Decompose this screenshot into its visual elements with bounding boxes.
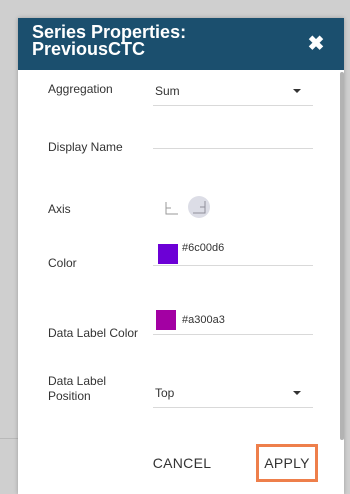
data-label-color-hex-value[interactable]: #a300a3: [182, 314, 225, 326]
chevron-down-icon: [293, 391, 301, 395]
data-label-position-label: Data Label Position: [48, 374, 106, 404]
data-label-color-underline: [153, 334, 313, 335]
right-axis-button[interactable]: [188, 196, 210, 218]
data-label-position-value: Top: [155, 386, 175, 400]
dialog-title: Series Properties: PreviousCTC: [32, 23, 282, 59]
color-underline: [153, 265, 313, 266]
color-hex-value[interactable]: #6c00d6: [182, 242, 224, 254]
data-label-color-label: Data Label Color: [48, 326, 139, 340]
display-name-input[interactable]: [153, 128, 313, 150]
series-properties-dialog: Series Properties: PreviousCTC ✖ Aggrega…: [18, 18, 344, 494]
apply-button[interactable]: APPLY: [256, 455, 318, 471]
data-label-position-select[interactable]: Top: [153, 380, 313, 408]
aggregation-value: Sum: [155, 84, 180, 98]
data-label-position-label-line1: Data Label: [48, 374, 107, 388]
aggregation-label: Aggregation: [48, 82, 113, 96]
left-axis-button[interactable]: [162, 198, 182, 218]
right-axis-icon: [193, 201, 206, 214]
color-label: Color: [48, 256, 77, 270]
data-label-position-underline: [153, 407, 313, 408]
data-label-color-swatch[interactable]: [156, 310, 176, 330]
data-label-position-label-line2: Position: [48, 389, 91, 403]
close-icon[interactable]: ✖: [306, 34, 326, 54]
backdrop-divider: [0, 438, 18, 439]
dialog-header: Series Properties: PreviousCTC ✖: [18, 18, 344, 70]
dialog-title-line2: PreviousCTC: [32, 39, 146, 59]
aggregation-select[interactable]: Sum: [153, 78, 313, 106]
display-name-underline: [153, 148, 313, 149]
cancel-button[interactable]: CANCEL: [142, 455, 222, 471]
chevron-down-icon: [293, 89, 301, 93]
axis-label: Axis: [48, 202, 71, 216]
display-name-label: Display Name: [48, 140, 123, 154]
left-axis-icon: [165, 202, 178, 215]
aggregation-underline: [153, 105, 313, 106]
scrollbar[interactable]: [340, 72, 344, 440]
color-swatch[interactable]: [158, 244, 178, 264]
